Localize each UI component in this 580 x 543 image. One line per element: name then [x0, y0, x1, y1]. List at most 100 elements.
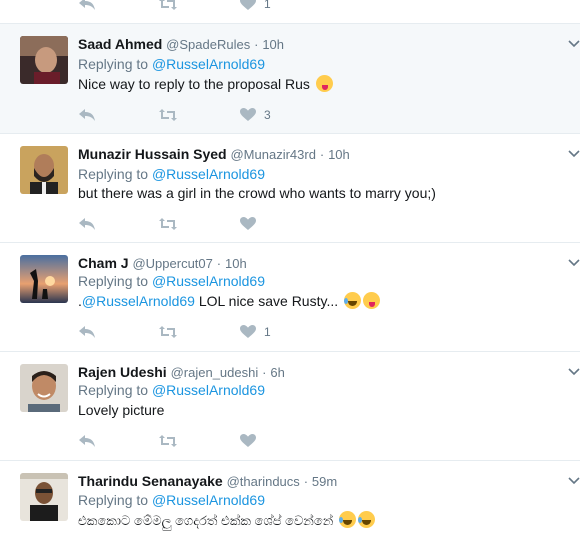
mention-link[interactable]: @RusselArnold69 [152, 56, 265, 72]
avatar[interactable] [20, 146, 68, 194]
reply-icon [79, 0, 95, 10]
tweet[interactable]: Saad Ahmed @SpadeRules · 10h Replying to… [0, 24, 580, 134]
tweet-actions: 1 [78, 322, 298, 342]
replying-label: Replying to [78, 273, 149, 289]
tweet-text-content: Nice way to reply to the proposal Rus [78, 76, 310, 92]
user-handle[interactable]: @rajen_udeshi [171, 365, 259, 380]
reply-icon [79, 218, 95, 230]
user-handle[interactable]: @Uppercut07 [132, 256, 212, 271]
laughing-emoji-icon [338, 511, 356, 528]
tweet-text-content: Lovely picture [78, 402, 165, 418]
user-handle[interactable]: @Munazir43rd [230, 147, 315, 162]
laughing-emoji-icon [344, 292, 361, 309]
retweet-button[interactable] [158, 105, 178, 125]
like-count: 1 [264, 0, 271, 11]
tweet-actions [78, 214, 298, 234]
like-button[interactable]: 1 [240, 322, 271, 342]
tongue-emoji-icon [315, 75, 333, 92]
chevron-down-icon[interactable] [568, 257, 580, 269]
chevron-down-icon[interactable] [568, 148, 580, 160]
laughing-emoji-icon [357, 511, 375, 528]
tweet-text-content: but there was a girl in the crowd who wa… [78, 185, 436, 201]
tweet[interactable]: Rajen Udeshi @rajen_udeshi · 6h Replying… [0, 352, 580, 461]
retweet-icon [159, 0, 177, 10]
avatar[interactable] [20, 364, 68, 412]
like-button[interactable] [240, 214, 264, 234]
retweet-icon [159, 435, 177, 447]
replying-to: Replying to @RusselArnold69 [78, 382, 265, 398]
retweet-button[interactable] [158, 214, 178, 234]
tweet-text: Lovely picture [78, 402, 164, 418]
tweet-header: Saad Ahmed @SpadeRules · 10h [78, 36, 284, 52]
tweet-text: but there was a girl in the crowd who wa… [78, 185, 436, 201]
tongue-emoji-icon [363, 292, 380, 309]
reply-icon [79, 109, 95, 121]
reply-button[interactable] [78, 214, 96, 234]
display-name[interactable]: Tharindu Senanayake [78, 473, 223, 489]
avatar[interactable] [20, 255, 68, 303]
user-handle[interactable]: @SpadeRules [166, 37, 250, 52]
tweet-text: Nice way to reply to the proposal Rus [78, 75, 333, 92]
display-name[interactable]: Rajen Udeshi [78, 364, 167, 380]
tweet-partial-top: 1 [0, 0, 580, 24]
like-icon [240, 0, 256, 10]
tweet-header: Cham J @Uppercut07 · 10h [78, 255, 247, 271]
tweet-header: Munazir Hussain Syed @Munazir43rd · 10h [78, 146, 350, 162]
tweet[interactable]: Cham J @Uppercut07 · 10h Replying to @Ru… [0, 243, 580, 352]
like-button[interactable]: 1 [240, 0, 271, 14]
mention-link[interactable]: @RusselArnold69 [82, 293, 195, 309]
retweet-icon [159, 326, 177, 338]
retweet-icon [159, 218, 177, 230]
replying-label: Replying to [78, 166, 149, 182]
reply-icon [79, 326, 95, 338]
timestamp[interactable]: 59m [312, 474, 337, 489]
like-button[interactable] [240, 431, 264, 451]
reply-button[interactable] [78, 105, 96, 125]
tweet[interactable]: Tharindu Senanayake @tharinducs · 59m Re… [0, 461, 580, 543]
like-icon [240, 325, 256, 338]
avatar[interactable] [20, 36, 68, 84]
timestamp[interactable]: 10h [262, 37, 284, 52]
tweet-header: Rajen Udeshi @rajen_udeshi · 6h [78, 364, 285, 380]
tweet-text: එකකොට මේමලු ගෙදරත් එක්ක ශේප් වෙන්නේ [78, 511, 375, 529]
mention-link[interactable]: @RusselArnold69 [152, 273, 265, 289]
retweet-button[interactable] [158, 0, 178, 14]
chevron-down-icon[interactable] [568, 366, 580, 378]
separator: · [262, 365, 267, 380]
timestamp[interactable]: 10h [225, 256, 247, 271]
replying-to: Replying to @RusselArnold69 [78, 492, 265, 508]
retweet-button[interactable] [158, 322, 178, 342]
display-name[interactable]: Munazir Hussain Syed [78, 146, 227, 162]
user-handle[interactable]: @tharinducs [227, 474, 300, 489]
replying-label: Replying to [78, 382, 149, 398]
replying-to: Replying to @RusselArnold69 [78, 166, 265, 182]
avatar[interactable] [20, 473, 68, 521]
like-button[interactable]: 3 [240, 105, 271, 125]
timestamp[interactable]: 6h [270, 365, 284, 380]
replying-to: Replying to @RusselArnold69 [78, 273, 265, 289]
retweet-button[interactable] [158, 431, 178, 451]
reply-button[interactable] [78, 431, 96, 451]
replying-to: Replying to @RusselArnold69 [78, 56, 265, 72]
display-name[interactable]: Cham J [78, 255, 129, 271]
chevron-down-icon[interactable] [568, 38, 580, 50]
timestamp[interactable]: 10h [328, 147, 350, 162]
mention-link[interactable]: @RusselArnold69 [152, 492, 265, 508]
mention-link[interactable]: @RusselArnold69 [152, 166, 265, 182]
separator: · [254, 37, 259, 52]
reply-button[interactable] [78, 0, 96, 14]
tweet[interactable]: Munazir Hussain Syed @Munazir43rd · 10h … [0, 134, 580, 243]
mention-link[interactable]: @RusselArnold69 [152, 382, 265, 398]
tweet-actions: 1 [78, 0, 298, 14]
tweet-text-content: එකකොට මේමලු ගෙදරත් එක්ක ශේප් වෙන්නේ [78, 513, 334, 528]
separator: · [319, 147, 325, 162]
like-icon [240, 108, 256, 121]
reply-button[interactable] [78, 322, 96, 342]
tweet-header: Tharindu Senanayake @tharinducs · 59m [78, 473, 337, 489]
chevron-down-icon[interactable] [568, 475, 580, 487]
tweet-text: .@RusselArnold69 LOL nice save Rusty... [78, 292, 380, 309]
tweet-text-content: LOL nice save Rusty... [194, 293, 339, 309]
reply-icon [79, 435, 95, 447]
display-name[interactable]: Saad Ahmed [78, 36, 162, 52]
like-icon [240, 434, 256, 447]
